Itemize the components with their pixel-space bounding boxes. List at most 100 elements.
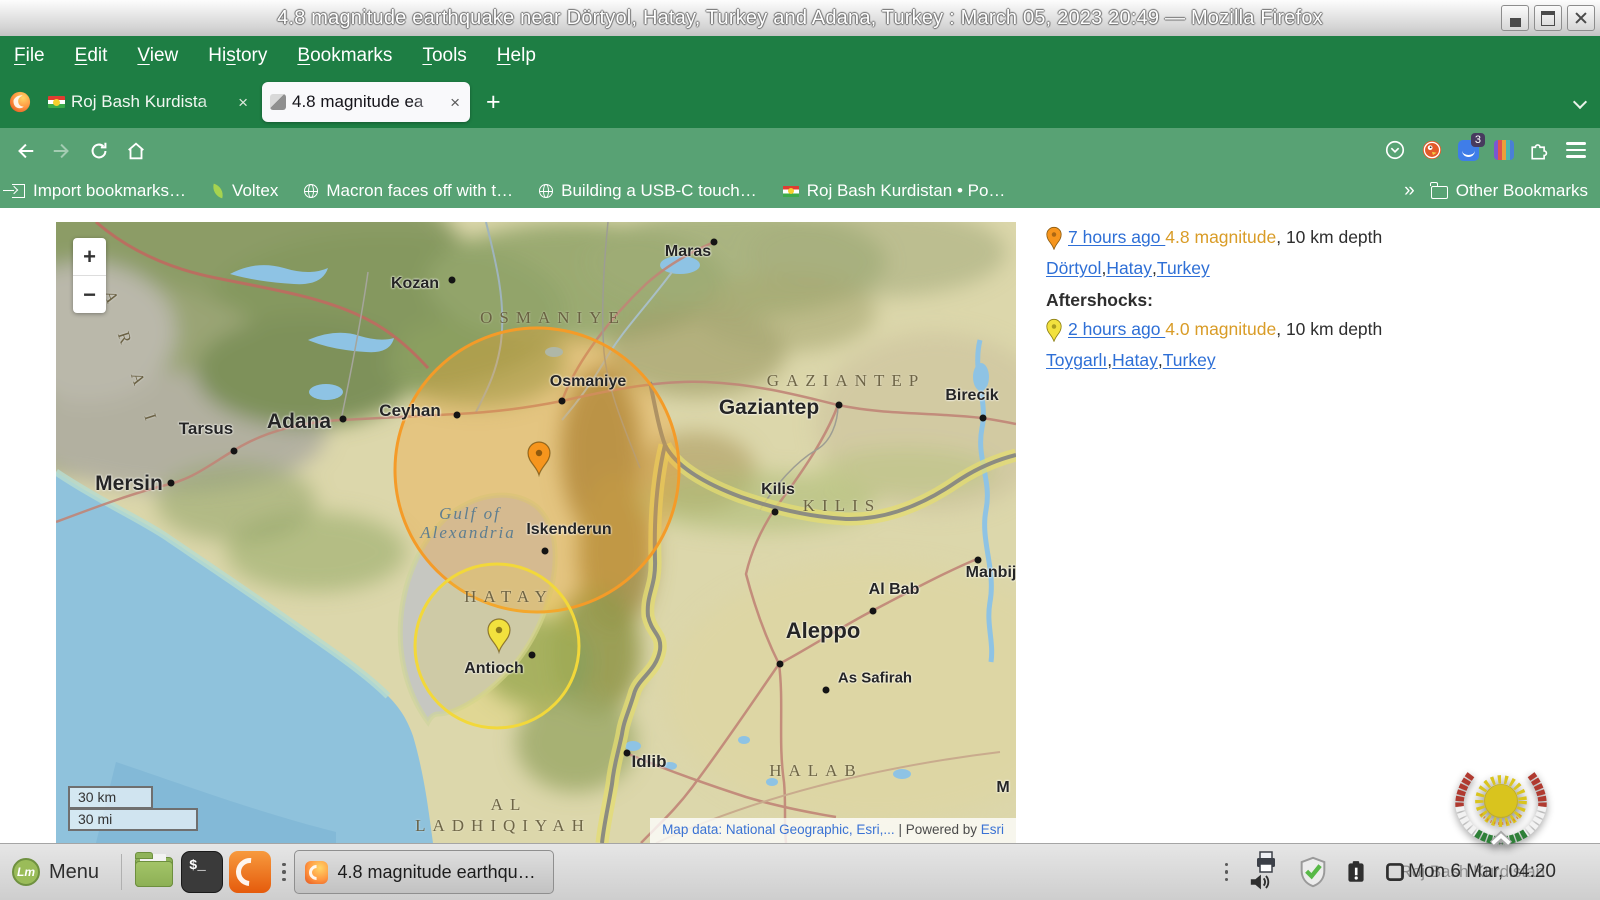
close-button[interactable] bbox=[1567, 5, 1595, 31]
map-city-m: M bbox=[996, 779, 1009, 797]
page-content: MarasKozanOsmaniyeCeyhanAdanaTarsusMersi… bbox=[0, 208, 1600, 843]
minimize-button[interactable] bbox=[1501, 5, 1529, 31]
map-scale-mi: 30 mi bbox=[68, 808, 198, 831]
link[interactable]: Dörtyol bbox=[1046, 255, 1101, 282]
forward-button[interactable] bbox=[51, 140, 73, 162]
map-labels: MarasKozanOsmaniyeCeyhanAdanaTarsusMersi… bbox=[56, 222, 1016, 843]
bookmark-item[interactable]: Roj Bash Kurdistan • Po… bbox=[783, 181, 1006, 201]
link[interactable]: Map data: National Geographic, Esri,... bbox=[662, 822, 895, 837]
tab-close-icon[interactable]: × bbox=[448, 94, 462, 111]
extensions-puzzle-icon[interactable] bbox=[1529, 139, 1551, 161]
extension-blue-icon[interactable]: 3 bbox=[1458, 140, 1479, 161]
menu-history[interactable]: History bbox=[208, 45, 267, 67]
bookmark-item[interactable]: Building a USB-C touch… bbox=[539, 181, 757, 201]
text-segment: , 10 km depth bbox=[1276, 227, 1382, 247]
link[interactable]: Toygarlı bbox=[1046, 347, 1107, 374]
bookmark-item[interactable]: Voltex bbox=[212, 181, 278, 201]
mainshock-line: 7 hours ago 4.8 magnitude, 10 km depth bbox=[1046, 224, 1576, 253]
map-city-dot bbox=[777, 661, 784, 668]
map-city-kozan: Kozan bbox=[391, 275, 439, 293]
terminal-launcher[interactable]: $_ bbox=[181, 851, 223, 893]
map-region-osmaniye: OSMANIYE bbox=[480, 308, 626, 328]
map-city-aleppo: Aleppo bbox=[786, 618, 861, 644]
taskbar-clock[interactable]: Mon 6 Mar, 04:20 bbox=[1408, 861, 1556, 883]
home-button[interactable] bbox=[125, 140, 147, 162]
map-city-dot bbox=[529, 652, 536, 659]
reload-button[interactable] bbox=[88, 140, 110, 162]
bookmark-label: Roj Bash Kurdistan • Po… bbox=[807, 181, 1006, 201]
link[interactable]: 2 hours ago bbox=[1068, 319, 1165, 339]
menu-tools[interactable]: Tools bbox=[422, 45, 466, 67]
menubar: File Edit View History Bookmarks Tools Help bbox=[0, 36, 1600, 76]
map-city-dot bbox=[823, 687, 830, 694]
link[interactable]: Turkey bbox=[1163, 347, 1216, 374]
menu-bookmarks[interactable]: Bookmarks bbox=[297, 45, 392, 67]
firefox-launcher[interactable] bbox=[229, 851, 271, 893]
map-city-birecik: Birecik bbox=[945, 387, 998, 405]
menu-label: Menu bbox=[49, 861, 99, 884]
map-city-dot bbox=[624, 750, 631, 757]
duckduckgo-icon[interactable] bbox=[1421, 139, 1443, 161]
map-city-manbij: Manbij bbox=[966, 564, 1016, 582]
update-shield-icon[interactable] bbox=[1296, 854, 1330, 890]
mainshock-places: Dörtyol, Hatay, Turkey bbox=[1046, 255, 1576, 284]
globe-icon bbox=[304, 184, 318, 198]
link[interactable]: Hatay bbox=[1112, 347, 1158, 374]
clipboard-alert-icon[interactable] bbox=[1343, 858, 1369, 886]
tab-close-icon[interactable]: × bbox=[236, 94, 250, 111]
menu-edit[interactable]: Edit bbox=[75, 45, 108, 67]
earthquake-map[interactable]: MarasKozanOsmaniyeCeyhanAdanaTarsusMersi… bbox=[56, 222, 1016, 843]
other-bookmarks-button[interactable]: Other Bookmarks bbox=[1431, 181, 1588, 201]
navigation-toolbar: https://earthquaketrack.com/quakes/2023-… bbox=[0, 128, 1600, 174]
bookmarks-overflow-chevron[interactable]: » bbox=[1404, 180, 1415, 202]
window-title: 4.8 magnitude earthquake near Dörtyol, H… bbox=[277, 7, 1323, 30]
volume-icon[interactable] bbox=[1249, 871, 1271, 893]
taskbar: Lm Menu $_ 4.8 magnitude earthqu… bbox=[0, 843, 1600, 900]
tray-handle[interactable] bbox=[1225, 863, 1229, 882]
link[interactable]: 7 hours ago bbox=[1068, 227, 1165, 247]
file-manager-launcher[interactable] bbox=[133, 851, 175, 893]
link[interactable]: Hatay bbox=[1106, 255, 1152, 282]
tab-earthquake-active[interactable]: 4.8 magnitude ea × bbox=[262, 82, 470, 122]
window-titlebar[interactable]: 4.8 magnitude earthquake near Dörtyol, H… bbox=[0, 0, 1600, 37]
mint-menu-button[interactable]: Lm Menu bbox=[0, 844, 113, 900]
map-region-halab: HALAB bbox=[769, 761, 863, 781]
new-tab-button[interactable]: + bbox=[486, 88, 501, 117]
menu-help[interactable]: Help bbox=[497, 45, 536, 67]
menu-view[interactable]: View bbox=[137, 45, 178, 67]
aftershock-places: Toygarlı, Hatay, Turkey bbox=[1046, 347, 1576, 376]
menu-hamburger-icon[interactable] bbox=[1566, 142, 1586, 157]
back-button[interactable] bbox=[14, 140, 36, 162]
text-segment: , 10 km depth bbox=[1276, 319, 1382, 339]
map-city-adana: Adana bbox=[267, 410, 331, 434]
mint-logo-icon: Lm bbox=[12, 858, 40, 886]
map-city-as-safirah: As Safirah bbox=[838, 670, 912, 687]
map-region-a-r-a-i: A R A I bbox=[99, 288, 164, 436]
text-segment: 4.0 magnitude bbox=[1165, 319, 1276, 339]
link[interactable]: Esri bbox=[981, 822, 1004, 837]
taskbar-window-label: 4.8 magnitude earthqu… bbox=[338, 862, 536, 883]
map-zoom-out-button[interactable]: − bbox=[73, 276, 106, 313]
map-city-al-bab: Al Bab bbox=[869, 581, 920, 599]
map-city-kilis: Kilis bbox=[761, 481, 795, 499]
map-city-dot bbox=[168, 480, 175, 487]
bookmark-item[interactable]: Macron faces off with t… bbox=[304, 181, 513, 201]
chevron-down-icon[interactable] bbox=[1574, 96, 1586, 108]
desktop: 4.8 magnitude earthquake near Dörtyol, H… bbox=[0, 0, 1600, 900]
tab-roj-bash-kurdistan[interactable]: Roj Bash Kurdista × bbox=[40, 82, 258, 122]
pocket-icon[interactable] bbox=[1384, 139, 1406, 161]
menu-file[interactable]: File bbox=[14, 45, 45, 67]
map-city-dot bbox=[975, 557, 982, 564]
maximize-button[interactable] bbox=[1534, 5, 1562, 31]
extension-stripes-icon[interactable] bbox=[1494, 140, 1514, 160]
map-zoom-in-button[interactable]: + bbox=[73, 238, 106, 276]
map-water-gulf-of: Gulf of bbox=[439, 504, 501, 524]
map-region-kilis: KILIS bbox=[803, 496, 881, 516]
bookmark-item[interactable]: Import bookmarks… bbox=[12, 181, 186, 201]
firefox-window-icon bbox=[305, 861, 328, 884]
taskbar-window-button[interactable]: 4.8 magnitude earthqu… bbox=[294, 850, 554, 894]
window-list-handle[interactable] bbox=[282, 863, 286, 882]
tab-label: 4.8 magnitude ea bbox=[292, 92, 423, 111]
link[interactable]: Turkey bbox=[1157, 255, 1210, 282]
firefox-logo-icon[interactable] bbox=[9, 91, 31, 113]
